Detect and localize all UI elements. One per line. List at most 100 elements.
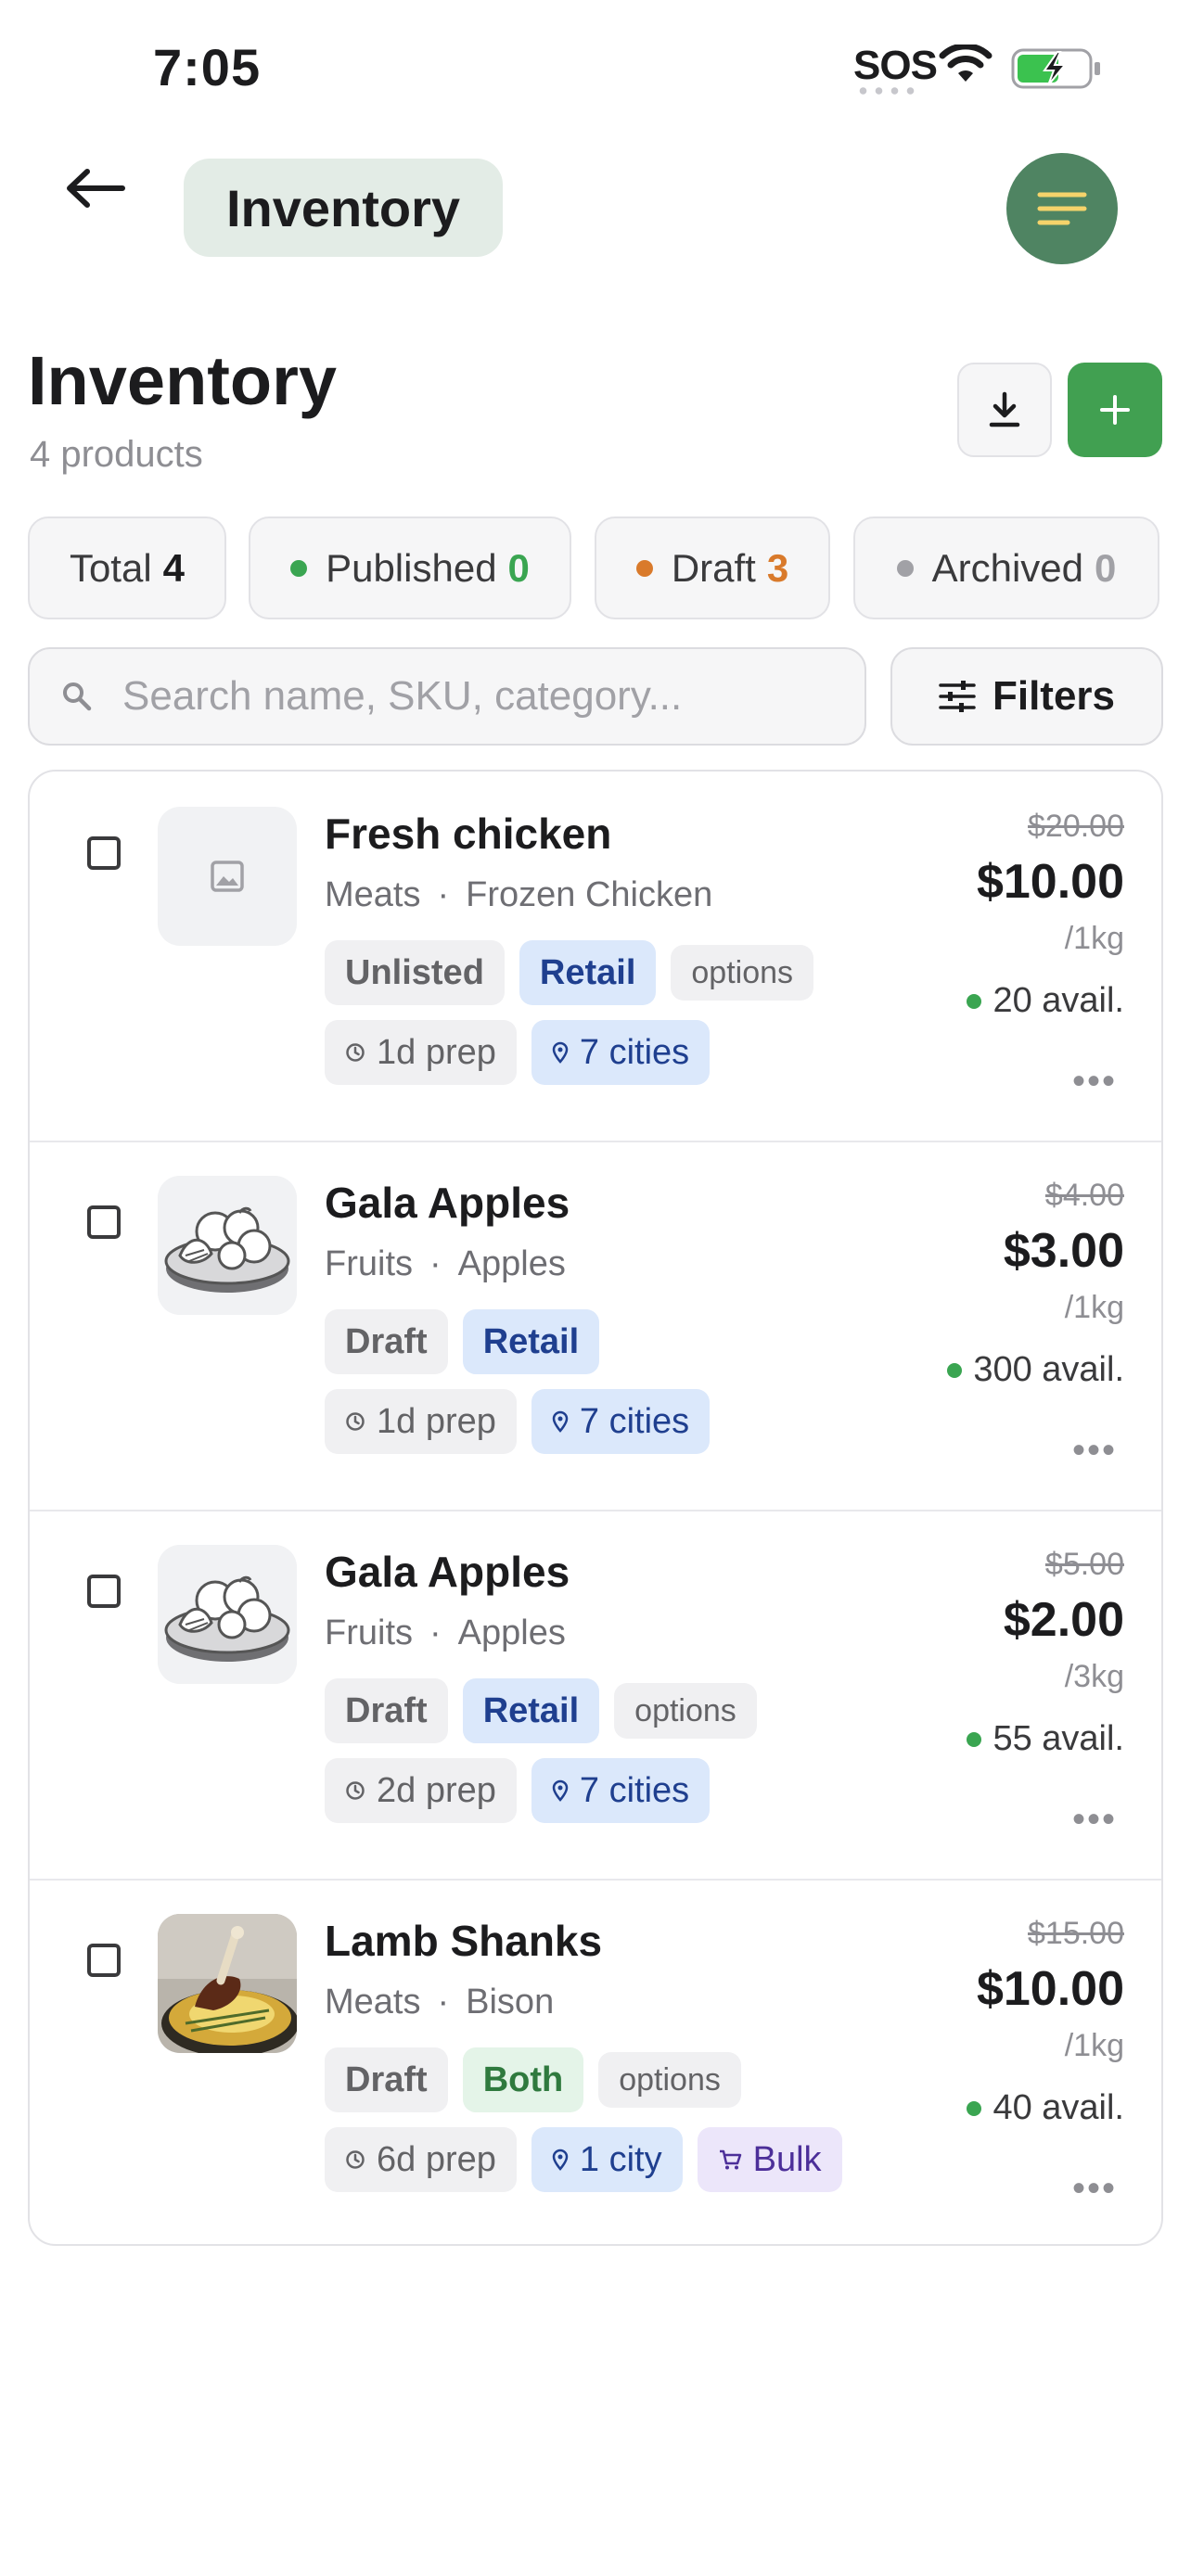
download-button[interactable]: [957, 363, 1052, 457]
price-column: $5.00 $2.00 /3kg 55 avail.: [967, 1547, 1124, 1759]
nav-title-pill: Inventory: [184, 159, 503, 257]
more-options-button[interactable]: •••: [1072, 1430, 1117, 1472]
arrow-left-icon: [67, 169, 125, 208]
status-tag: Draft: [325, 2047, 448, 2112]
cities-label: 7 cities: [579, 1401, 690, 1441]
location-pin-icon: [552, 2149, 569, 2171]
clock-icon: [346, 1412, 365, 1431]
clock-icon: [346, 1043, 365, 1062]
prep-tag: 6d prep: [325, 2127, 517, 2192]
lamb-shank-photo: [158, 1914, 297, 2053]
stat-total-chip[interactable]: Total 4: [28, 516, 226, 619]
subcategory-label: Frozen Chicken: [466, 875, 713, 914]
product-list: Fresh chicken Meats · Frozen Chicken Unlis…: [28, 770, 1163, 2246]
product-thumbnail: [158, 1545, 297, 1684]
bulk-label: Bulk: [752, 2139, 822, 2179]
row-checkbox[interactable]: [87, 836, 121, 870]
stat-archived-chip[interactable]: Archived 0: [853, 516, 1159, 619]
old-price: $15.00: [1028, 1916, 1124, 1951]
product-row[interactable]: Fresh chicken Meats · Frozen Chicken Unlis…: [30, 772, 1161, 1141]
cities-tag: 7 cities: [531, 1758, 711, 1823]
stat-count: 3: [766, 545, 789, 590]
divider: [30, 1510, 1161, 1511]
options-tag: options: [598, 2052, 741, 2108]
wifi-icon: [939, 45, 992, 82]
more-options-button[interactable]: •••: [1072, 1061, 1117, 1103]
prep-label: 1d prep: [377, 1401, 496, 1441]
row-checkbox[interactable]: [87, 1205, 121, 1239]
battery-charging-icon: [1011, 48, 1100, 89]
prep-label: 2d prep: [377, 1770, 496, 1810]
stat-label: Published: [326, 545, 497, 590]
availability-dot: [967, 2100, 982, 2116]
price: $2.00: [1003, 1593, 1124, 1647]
availability-dot: [947, 1362, 963, 1378]
divider: [30, 1141, 1161, 1142]
filters-label: Filters: [992, 673, 1116, 719]
cities-tag: 7 cities: [531, 1389, 711, 1454]
page-title: Inventory: [28, 342, 338, 419]
product-row[interactable]: Gala Apples Fruits · Apples Draft Retail 1…: [30, 1141, 1161, 1510]
placeholder-image-icon: [211, 861, 244, 892]
price: $10.00: [976, 855, 1124, 909]
status-dot: [290, 559, 308, 577]
availability-label: 20 avail.: [992, 981, 1124, 1020]
product-name: Fresh chicken: [325, 810, 612, 858]
search-box[interactable]: [28, 647, 866, 746]
location-pin-icon: [552, 1041, 569, 1064]
product-name: Lamb Shanks: [325, 1917, 603, 1965]
stat-draft-chip[interactable]: Draft 3: [595, 516, 830, 619]
product-count: 4 products: [30, 434, 203, 475]
back-button[interactable]: [65, 167, 148, 232]
price-column: $20.00 $10.00 /1kg 20 avail.: [967, 809, 1124, 1021]
produce-bowl-icon: [158, 1545, 297, 1684]
availability: 20 avail.: [967, 981, 1124, 1021]
search-icon: [63, 682, 92, 711]
cities-tag: 1 city: [531, 2127, 683, 2192]
product-row[interactable]: Lamb Shanks Meats · Bison Draft Both optio…: [30, 1879, 1161, 2244]
clock-icon: [346, 2150, 365, 2169]
price: $3.00: [1003, 1224, 1124, 1278]
more-options-button[interactable]: •••: [1072, 2168, 1117, 2210]
stat-count: 4: [162, 545, 186, 590]
menu-lines-icon: [1037, 192, 1087, 225]
options-tag: options: [614, 1683, 757, 1739]
product-category: Meats · Bison: [325, 1983, 555, 2021]
unit: /1kg: [1064, 2028, 1124, 2063]
category-label: Meats: [325, 1983, 421, 2021]
nav-title: Inventory: [225, 178, 461, 237]
sos-indicator: SOS: [853, 43, 938, 88]
price: $10.00: [976, 1962, 1124, 2016]
prep-label: 6d prep: [377, 2139, 496, 2179]
plus-icon: [1100, 395, 1130, 425]
prep-tag: 2d prep: [325, 1758, 517, 1823]
product-row[interactable]: Gala Apples Fruits · Apples Draft Retail o…: [30, 1510, 1161, 1879]
search-input[interactable]: [121, 672, 829, 721]
menu-button[interactable]: [1006, 153, 1118, 264]
unit: /1kg: [1064, 921, 1124, 956]
sliders-icon: [939, 681, 976, 712]
stat-label: Archived: [931, 545, 1084, 590]
more-options-button[interactable]: •••: [1072, 1799, 1117, 1841]
category-label: Fruits: [325, 1244, 413, 1283]
stat-label: Total: [69, 545, 152, 590]
unit: /3kg: [1064, 1659, 1124, 1694]
add-product-button[interactable]: [1068, 363, 1162, 457]
unit: /1kg: [1064, 1290, 1124, 1325]
product-thumbnail: [158, 1914, 297, 2053]
filters-button[interactable]: Filters: [890, 647, 1163, 746]
row-checkbox[interactable]: [87, 1944, 121, 1977]
prep-tag: 1d prep: [325, 1389, 517, 1454]
status-bar: 7:05 SOS: [0, 0, 1191, 139]
bulk-tag: Bulk: [697, 2127, 842, 2192]
availability: 40 avail.: [967, 2088, 1124, 2128]
prep-label: 1d prep: [377, 1032, 496, 1072]
row-checkbox[interactable]: [87, 1575, 121, 1608]
produce-bowl-icon: [158, 1176, 297, 1315]
stat-published-chip[interactable]: Published 0: [249, 516, 571, 619]
availability: 300 avail.: [947, 1350, 1124, 1390]
old-price: $20.00: [1028, 809, 1124, 844]
old-price: $4.00: [1044, 1178, 1124, 1213]
price-column: $15.00 $10.00 /1kg 40 avail.: [967, 1916, 1124, 2128]
availability-label: 55 avail.: [992, 1719, 1124, 1758]
